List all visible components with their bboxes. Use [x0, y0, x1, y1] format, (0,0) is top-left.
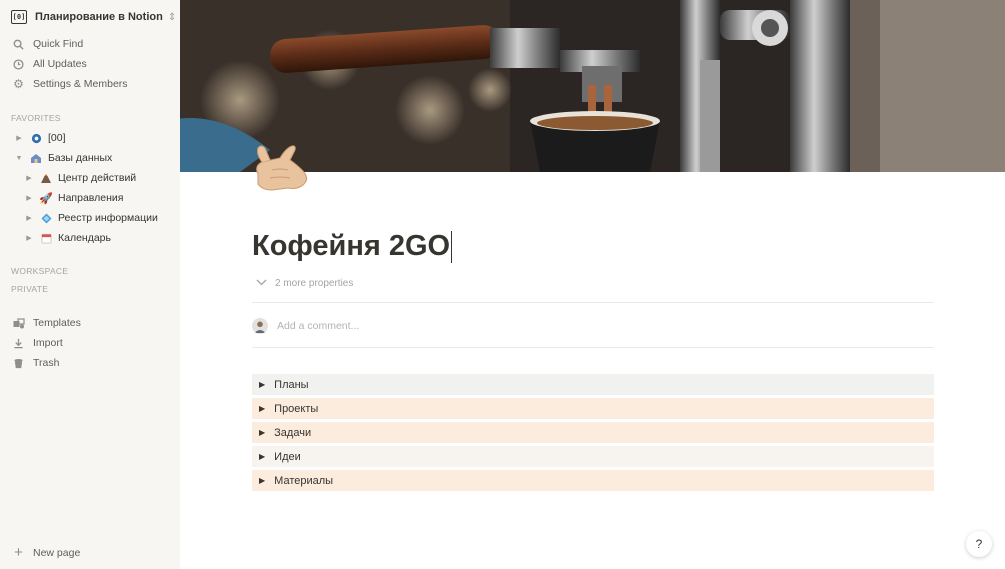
child-item-directions[interactable]: ▶ 🚀 Направления: [24, 188, 123, 208]
favorite-label: [00]: [48, 132, 66, 144]
nav-trash[interactable]: Trash: [0, 353, 180, 373]
section-private: PRIVATE: [11, 284, 49, 294]
volcano-icon: [39, 173, 53, 184]
toggle-label: Задачи: [274, 426, 312, 439]
sidebar: [0] Планирование в Notion ⇕ Quick Find A…: [0, 0, 180, 569]
new-page-button[interactable]: + New page: [0, 542, 180, 564]
search-icon: [12, 39, 25, 50]
trash-icon: [12, 358, 25, 369]
favorite-label: Базы данных: [48, 152, 113, 164]
nav-templates[interactable]: Templates: [0, 313, 180, 333]
import-icon: [12, 338, 25, 349]
nav-import[interactable]: Import: [0, 333, 180, 353]
toggle-label: Идеи: [274, 450, 301, 463]
toggle-label: Материалы: [274, 474, 334, 487]
house-icon: [29, 153, 43, 164]
comment-placeholder: Add a comment...: [277, 320, 360, 332]
favorite-item-00[interactable]: ▶ [00]: [14, 128, 66, 148]
calendar-icon: [39, 233, 53, 244]
avatar: [252, 318, 268, 334]
triangle-right-icon[interactable]: ▶: [259, 428, 265, 437]
more-properties-toggle[interactable]: 2 more properties: [256, 278, 353, 289]
text-cursor: [451, 231, 453, 264]
triangle-right-icon[interactable]: ▶: [259, 476, 265, 485]
divider: [252, 347, 934, 348]
clock-icon: [12, 58, 25, 70]
child-label: Направления: [58, 192, 124, 204]
nav-quick-find[interactable]: Quick Find: [0, 34, 180, 54]
nav-label: All Updates: [33, 58, 87, 70]
triangle-right-icon[interactable]: ▶: [259, 404, 265, 413]
page-title[interactable]: Кофейня 2GO: [252, 226, 453, 266]
child-item-info-registry[interactable]: ▶ Реестр информации: [24, 208, 158, 228]
workspace-name: Планирование в Notion: [35, 11, 163, 23]
comment-input[interactable]: Add a comment...: [252, 317, 359, 335]
child-label: Календарь: [58, 232, 111, 244]
triangle-right-icon[interactable]: ▶: [24, 234, 34, 242]
plus-icon: +: [14, 544, 23, 561]
toggle-block[interactable]: ▶ Планы: [252, 374, 934, 395]
help-button[interactable]: ?: [966, 531, 992, 557]
chevron-down-icon: [256, 278, 267, 289]
nav-label: Import: [33, 337, 63, 349]
workspace-icon: [0]: [11, 10, 27, 24]
nav-settings-members[interactable]: ⚙ Settings & Members: [0, 74, 180, 94]
page-title-text[interactable]: Кофейня 2GO: [252, 230, 450, 262]
nav-label: Templates: [33, 317, 81, 329]
favorite-item-databases[interactable]: ▼ Базы данных: [14, 148, 113, 168]
triangle-right-icon[interactable]: ▶: [259, 380, 265, 389]
section-workspace: WORKSPACE: [11, 266, 69, 276]
triangle-right-icon[interactable]: ▶: [14, 134, 24, 142]
gear-icon: ⚙: [13, 77, 24, 91]
nav-label: Quick Find: [33, 38, 84, 50]
toggle-block[interactable]: ▶ Материалы: [252, 470, 934, 491]
rocket-icon: 🚀: [39, 192, 53, 205]
diamond-icon: [39, 212, 53, 224]
nav-label: Settings & Members: [33, 78, 128, 90]
toggle-block[interactable]: ▶ Проекты: [252, 398, 934, 419]
more-properties-label: 2 more properties: [275, 278, 354, 289]
child-item-calendar[interactable]: ▶ Календарь: [24, 228, 111, 248]
section-favorites: FAVORITES: [11, 113, 61, 123]
child-label: Реестр информации: [58, 212, 158, 224]
call-me-hand-icon[interactable]: [252, 140, 312, 198]
child-label: Центр действий: [58, 172, 137, 184]
templates-icon: [12, 317, 25, 329]
new-page-label: New page: [33, 547, 81, 559]
divider: [252, 302, 934, 303]
nav-all-updates[interactable]: All Updates: [0, 54, 180, 74]
triangle-right-icon[interactable]: ▶: [259, 452, 265, 461]
toggle-block[interactable]: ▶ Задачи: [252, 422, 934, 443]
triangle-down-icon[interactable]: ▼: [14, 155, 24, 162]
toggle-block[interactable]: ▶ Идеи: [252, 446, 934, 467]
chevron-updown-icon: ⇕: [167, 11, 177, 23]
triangle-right-icon[interactable]: ▶: [24, 214, 34, 222]
toggle-label: Проекты: [274, 402, 319, 415]
triangle-right-icon[interactable]: ▶: [24, 194, 34, 202]
toggle-label: Планы: [274, 378, 309, 391]
help-label: ?: [975, 537, 983, 551]
nav-label: Trash: [33, 357, 60, 369]
blue-circle-icon: [29, 133, 43, 144]
workspace-switcher[interactable]: [0] Планирование в Notion ⇕: [0, 0, 180, 34]
child-item-action-center[interactable]: ▶ Центр действий: [24, 168, 136, 188]
triangle-right-icon[interactable]: ▶: [24, 174, 34, 182]
